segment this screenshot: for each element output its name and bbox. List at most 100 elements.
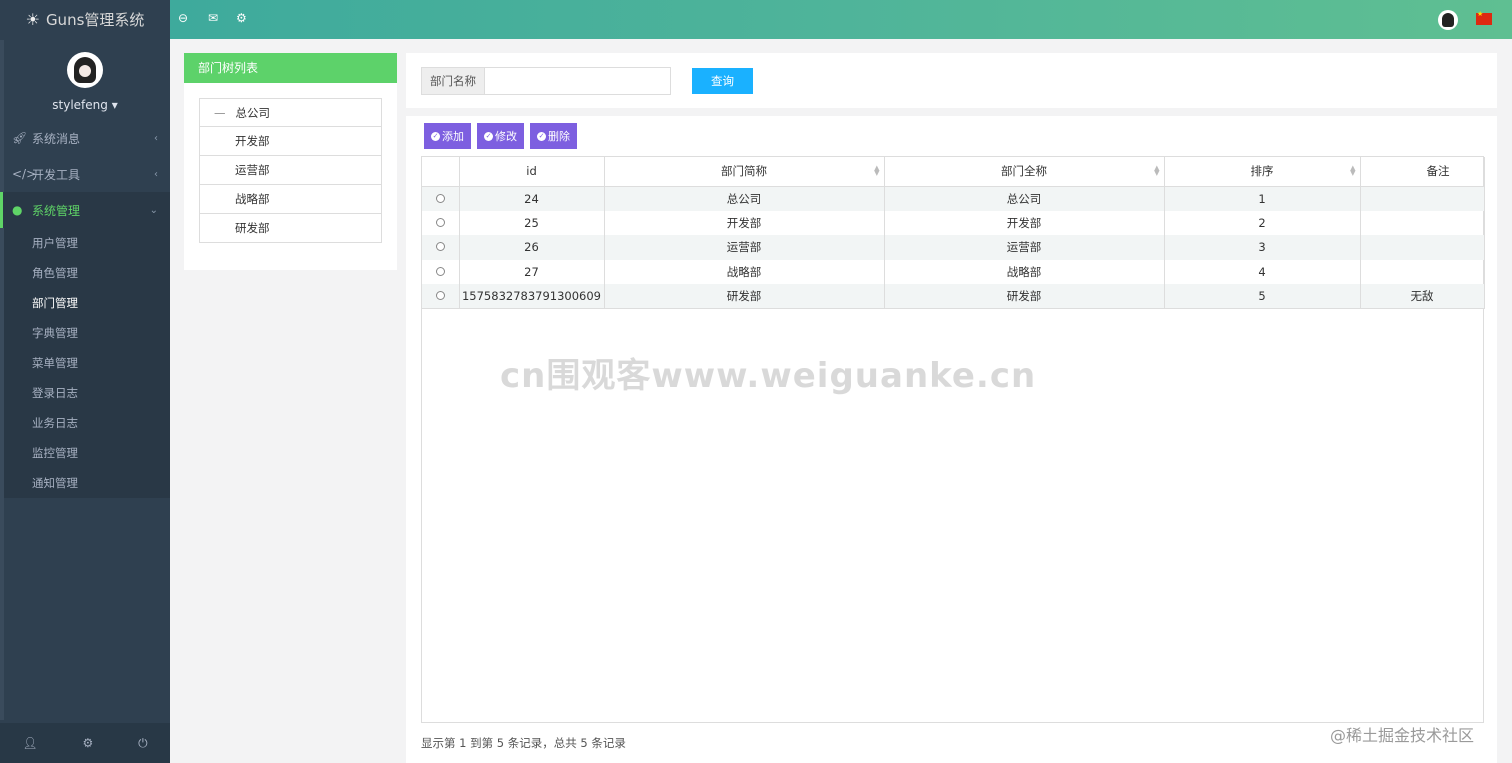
gear-icon[interactable]: ⚙ (82, 736, 93, 750)
sidebar-menu: 🚀︎ 系统消息 ‹ </> 开发工具 ‹ ● 系统管理 ⌄ 用户管理 角色管理 … (0, 120, 170, 498)
sidebar-item-dev-tools[interactable]: </> 开发工具 ‹ (0, 156, 170, 192)
row-select[interactable] (422, 210, 460, 236)
submenu-item-roles[interactable]: 角色管理 (0, 258, 170, 288)
sidebar-footer: 👤︎ ⚙ ⏻ (0, 723, 170, 763)
column-header-sort-order[interactable]: 排序 ▲ ▼ (1164, 157, 1361, 187)
submenu-item-business-log[interactable]: 业务日志 (0, 408, 170, 438)
cell-remark (1360, 186, 1485, 211)
cell-remark: 无敌 (1360, 284, 1485, 310)
delete-button[interactable]: ✓ 删除 (530, 123, 577, 149)
table-row[interactable]: 25 开发部 开发部 2 (422, 210, 1485, 236)
sidebar-item-label: 系统消息 (32, 131, 81, 146)
add-button[interactable]: ✓ 添加 (424, 123, 471, 149)
submenu-item-departments[interactable]: 部门管理 (0, 288, 170, 318)
tree-node[interactable]: 运营部 (199, 156, 382, 185)
sort-icon[interactable]: ▲ ▼ (1350, 165, 1355, 177)
search-label: 部门名称 (422, 68, 485, 94)
table-row[interactable]: 26 运营部 运营部 3 (422, 235, 1485, 260)
language-flag-icon[interactable] (1476, 10, 1492, 25)
row-select[interactable] (422, 259, 460, 285)
delete-button-label: 删除 (548, 130, 570, 143)
submenu-item-login-log[interactable]: 登录日志 (0, 378, 170, 408)
row-select[interactable] (422, 284, 460, 310)
radio-button[interactable] (435, 267, 445, 277)
back-icon[interactable]: ⊖ (178, 11, 188, 25)
radio-button[interactable] (435, 193, 445, 203)
cell-id: 26 (459, 235, 605, 260)
table-row[interactable]: 27 战略部 战略部 4 (422, 259, 1485, 285)
avatar[interactable] (1438, 10, 1458, 30)
check-circle-icon: ✓ (484, 131, 493, 141)
cell-id: 27 (459, 259, 605, 285)
column-header-label: 部门简称 (721, 164, 767, 179)
department-table: id 部门简称 ▲ ▼ 部门全称 ▲ ▼ 排序 ▲ ▼ 备注 24 总公司 总公司 1 (421, 156, 1485, 723)
search-group: 部门名称 (421, 67, 671, 95)
sidebar-item-system-management[interactable]: ● 系统管理 ⌄ (0, 192, 170, 228)
mail-icon[interactable]: ✉ (208, 11, 218, 25)
tree-node[interactable]: 研发部 (199, 214, 382, 243)
department-tree-panel: 部门树列表 — 总公司 开发部 运营部 战略部 研发部 (184, 53, 397, 270)
submenu-item-monitor[interactable]: 监控管理 (0, 438, 170, 468)
gear-icon[interactable]: ⚙ (236, 11, 247, 25)
cell-short-name: 战略部 (604, 259, 885, 285)
radio-button[interactable] (435, 217, 445, 227)
table-toolbar: ✓ 添加 ✓ 修改 ✓ 删除 (424, 123, 577, 149)
user-icon: ● (12, 203, 23, 217)
cell-short-name: 总公司 (604, 186, 885, 211)
sidebar-item-system-message[interactable]: 🚀︎ 系统消息 ‹ (0, 120, 170, 156)
logo-icon: ☀ (25, 9, 40, 29)
submenu-item-notices[interactable]: 通知管理 (0, 468, 170, 498)
submenu-item-menus[interactable]: 菜单管理 (0, 348, 170, 378)
cell-full-name: 开发部 (884, 210, 1165, 236)
caret-down-icon: ▾ (111, 98, 118, 112)
radio-button[interactable] (435, 242, 445, 252)
submenu-item-dictionary[interactable]: 字典管理 (0, 318, 170, 348)
brand: ☀ Guns管理系统 (0, 0, 170, 38)
radio-button[interactable] (435, 291, 445, 301)
user-profile: stylefeng ▾ (0, 38, 170, 112)
cell-id: 1575832783791300609 (459, 284, 605, 310)
row-select[interactable] (422, 186, 460, 211)
power-icon[interactable]: ⏻ (138, 736, 148, 751)
cell-sort-order: 4 (1164, 259, 1361, 285)
sort-icon[interactable]: ▲ ▼ (1154, 165, 1159, 177)
tree-node[interactable]: 开发部 (199, 127, 382, 156)
sort-icon[interactable]: ▲ ▼ (874, 165, 879, 177)
code-icon: </> (12, 167, 37, 181)
department-name-input[interactable] (485, 68, 670, 94)
watermark: cn围观客www.weiguanke.cn (500, 356, 1037, 396)
user-icon[interactable]: 👤︎ (22, 736, 37, 750)
column-header-remark[interactable]: 备注 (1360, 157, 1485, 187)
table-header-row: id 部门简称 ▲ ▼ 部门全称 ▲ ▼ 排序 ▲ ▼ 备注 (422, 157, 1485, 187)
cell-full-name: 战略部 (884, 259, 1165, 285)
cell-sort-order: 5 (1164, 284, 1361, 310)
submenu-item-users[interactable]: 用户管理 (0, 228, 170, 258)
check-circle-icon: ✓ (537, 131, 546, 141)
row-select[interactable] (422, 235, 460, 260)
chevron-left-icon: ‹ (154, 168, 158, 180)
check-circle-icon: ✓ (431, 131, 440, 141)
add-button-label: 添加 (442, 130, 464, 143)
edit-button[interactable]: ✓ 修改 (477, 123, 524, 149)
credit-watermark: @稀土掘金技术社区 (1330, 726, 1475, 745)
table-row[interactable]: 24 总公司 总公司 1 (422, 186, 1485, 211)
column-header-label: 排序 (1250, 164, 1274, 179)
cell-short-name: 运营部 (604, 235, 885, 260)
sidebar-item-label: 系统管理 (32, 203, 81, 218)
cell-remark (1360, 210, 1485, 236)
column-header-id[interactable]: id (459, 157, 605, 187)
avatar[interactable] (67, 52, 103, 88)
collapse-icon[interactable]: — (214, 106, 226, 120)
column-header-full-name[interactable]: 部门全称 ▲ ▼ (884, 157, 1165, 187)
username-dropdown[interactable]: stylefeng ▾ (0, 98, 170, 112)
tree-node-root[interactable]: — 总公司 (199, 98, 382, 127)
tree-panel-title: 部门树列表 (184, 53, 397, 83)
tree-node[interactable]: 战略部 (199, 185, 382, 214)
table-row[interactable]: 1575832783791300609 研发部 研发部 5 无敌 (422, 284, 1485, 310)
cell-sort-order: 1 (1164, 186, 1361, 211)
column-header-short-name[interactable]: 部门简称 ▲ ▼ (604, 157, 885, 187)
cell-full-name: 研发部 (884, 284, 1165, 310)
search-button[interactable]: 查询 (692, 68, 753, 94)
table-panel: ✓ 添加 ✓ 修改 ✓ 删除 id 部门简称 ▲ ▼ 部门全称 ▲ ▼ 排序 ▲ ▼ 备注 (406, 116, 1497, 763)
cell-id: 25 (459, 210, 605, 236)
